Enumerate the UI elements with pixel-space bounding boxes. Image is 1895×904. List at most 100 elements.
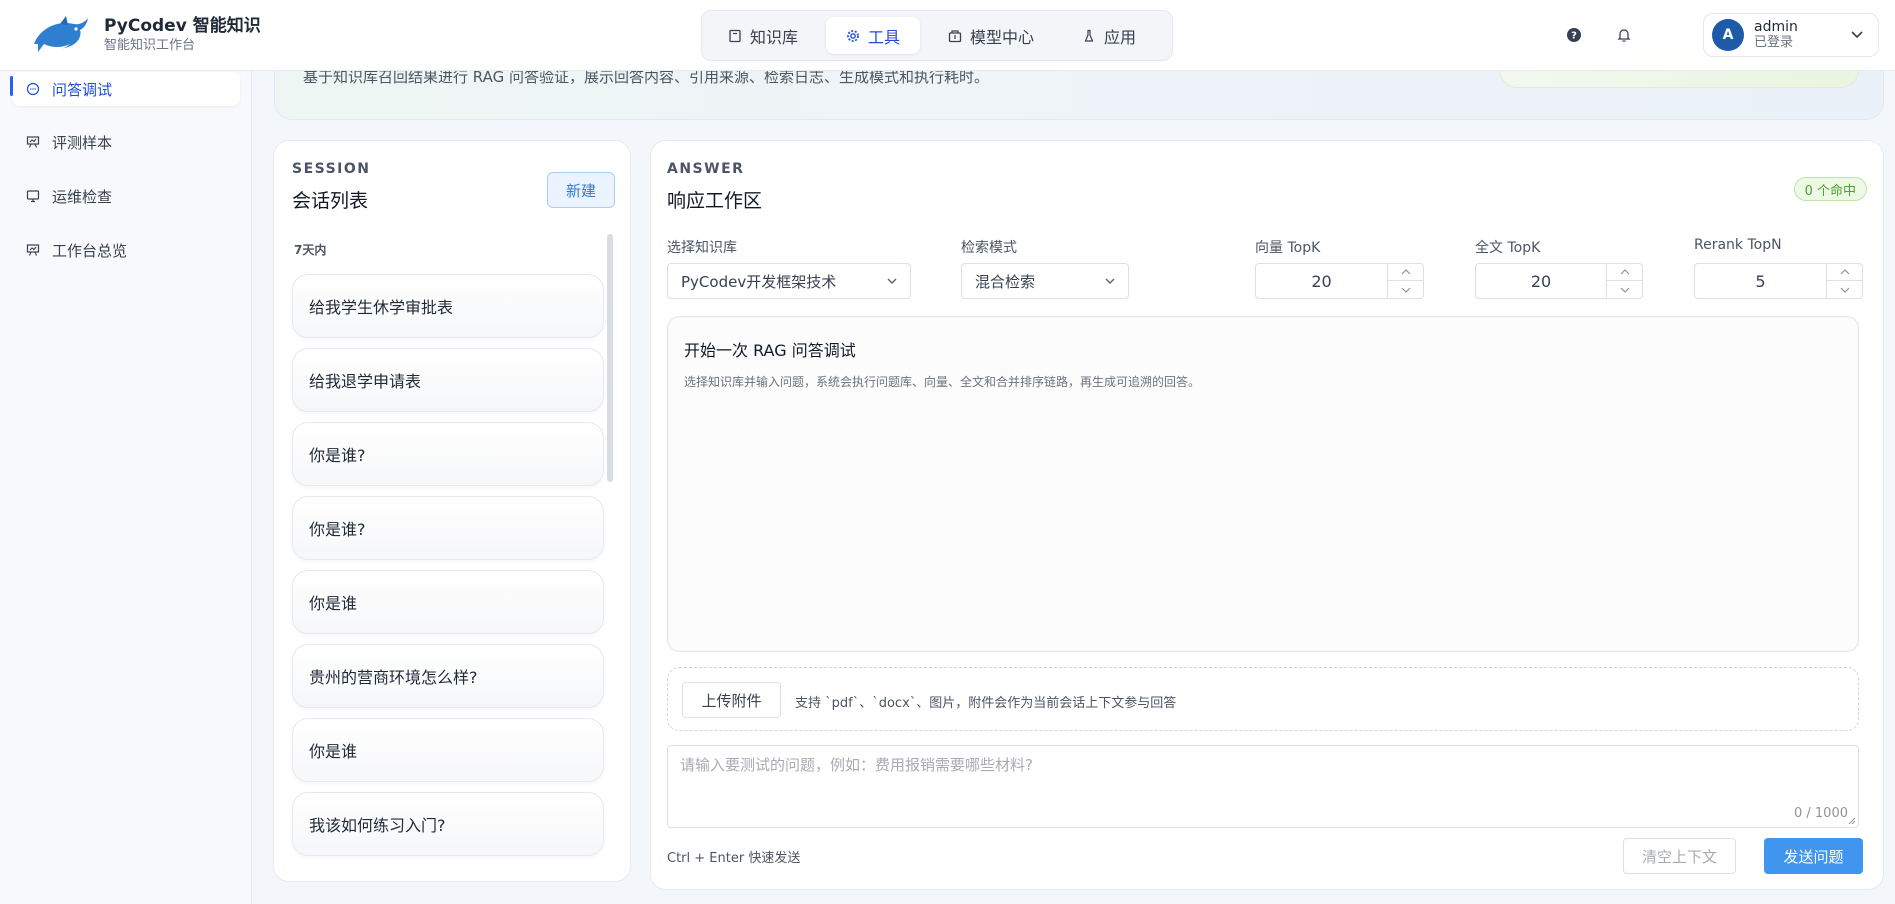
shortcut-hint: Ctrl + Enter 快速发送	[667, 851, 801, 866]
sidebar-item-label: 评测样本	[52, 133, 113, 152]
vector-topk-label: 向量 TopK	[1255, 240, 1321, 256]
session-item[interactable]: 你是谁?	[292, 496, 604, 560]
session-item[interactable]: 给我退学申请表	[292, 348, 604, 412]
chevron-up-icon	[1840, 269, 1849, 275]
sidebar-item-ops-check[interactable]: 运维检查	[12, 179, 240, 213]
session-item[interactable]: 你是谁	[292, 718, 604, 782]
resize-handle-icon[interactable]	[1848, 817, 1856, 825]
user-menu[interactable]: A admin 已登录	[1703, 13, 1879, 57]
book-icon	[729, 29, 741, 42]
chevron-down-icon	[1851, 31, 1863, 39]
nav-item-label: 应用	[1104, 27, 1137, 47]
attachment-dropzone[interactable]: 上传附件 支持 `pdf`、`docx`、图片，附件会作为当前会话上下文参与回答	[667, 667, 1859, 731]
question-input-wrapper: 0 / 1000	[667, 745, 1859, 828]
mode-select-value: 混合检索	[975, 272, 1036, 291]
session-group-label: 7天内	[294, 243, 327, 257]
chevron-up-icon	[1620, 269, 1629, 275]
nav-item-label: 工具	[868, 27, 901, 47]
presentation-icon	[26, 244, 40, 256]
sidebar-item-eval-samples[interactable]: 评测样本	[12, 125, 240, 159]
question-input[interactable]	[668, 746, 1858, 827]
session-list: 给我学生休学审批表 给我退学申请表 你是谁? 你是谁? 你是谁 贵州的营商环境怎…	[292, 274, 604, 866]
empty-state-description: 选择知识库并输入问题，系统会执行问题库、向量、全文和合并排序链路，再生成可追溯的…	[684, 375, 1201, 389]
flask-icon	[1084, 29, 1094, 42]
chevron-down-icon	[1105, 278, 1115, 284]
user-name: admin	[1754, 19, 1798, 35]
session-item[interactable]: 给我学生休学审批表	[292, 274, 604, 338]
new-session-button[interactable]: 新建	[547, 172, 615, 208]
session-item[interactable]: 贵州的营商环境怎么样?	[292, 644, 604, 708]
answer-panel: ANSWER 响应工作区 0 个命中 选择知识库 PyCodev开发框架技术 检…	[650, 140, 1884, 890]
vector-topk-value[interactable]: 20	[1256, 264, 1387, 298]
answer-title: 响应工作区	[667, 190, 763, 212]
sidebar-item-dashboard[interactable]: 工作台总览	[12, 233, 240, 267]
chevron-down-icon	[887, 278, 897, 284]
sidebar-item-label: 工作台总览	[52, 241, 128, 260]
send-question-button[interactable]: 发送问题	[1764, 838, 1863, 874]
bell-icon[interactable]	[1613, 24, 1635, 46]
kb-label: 选择知识库	[667, 240, 737, 256]
session-item[interactable]: 你是谁	[292, 570, 604, 634]
sidebar-item-label: 问答调试	[52, 80, 113, 99]
fulltext-topk-value[interactable]: 20	[1476, 264, 1606, 298]
presentation-icon	[26, 136, 40, 148]
top-nav: 知识库 工具 模型中心 应用	[701, 10, 1173, 61]
chevron-down-icon	[1620, 287, 1629, 293]
gear-icon	[847, 29, 859, 42]
fulltext-topk-label: 全文 TopK	[1475, 240, 1541, 256]
session-scrollbar[interactable]	[607, 234, 613, 482]
header-actions: ?	[1563, 24, 1635, 46]
user-status: 已登录	[1754, 35, 1794, 50]
avatar: A	[1712, 19, 1744, 51]
nav-item-apps[interactable]: 应用	[1062, 17, 1156, 54]
cube-icon	[948, 29, 962, 42]
nav-item-label: 知识库	[750, 27, 799, 47]
chevron-down-icon	[1401, 287, 1410, 293]
kb-select[interactable]: PyCodev开发框架技术	[667, 263, 911, 299]
vector-topk-stepper[interactable]: 20	[1255, 263, 1424, 299]
empty-state-title: 开始一次 RAG 问答调试	[684, 341, 856, 360]
fulltext-topk-stepper[interactable]: 20	[1475, 263, 1643, 299]
decrement-button[interactable]	[1388, 281, 1423, 298]
decrement-button[interactable]	[1607, 281, 1642, 298]
increment-button[interactable]	[1607, 264, 1642, 281]
brand-subtitle: 智能知识工作台	[104, 38, 196, 53]
top-bar: PyCodev 智能知识 智能知识工作台 知识库 工具 模型中心 应用 ? A	[0, 0, 1895, 71]
sidebar-item-label: 运维检查	[52, 187, 113, 206]
chevron-down-icon	[1840, 287, 1849, 293]
hit-count-badge: 0 个命中	[1793, 177, 1867, 201]
answer-output-area: 开始一次 RAG 问答调试 选择知识库并输入问题，系统会执行问题库、向量、全文和…	[667, 316, 1859, 652]
session-item[interactable]: 你是谁?	[292, 422, 604, 486]
session-item[interactable]: 我该如何练习入门?	[292, 792, 604, 856]
decrement-button[interactable]	[1827, 281, 1862, 298]
nav-item-tools[interactable]: 工具	[826, 17, 921, 54]
session-panel: SESSION 会话列表 新建 7天内 给我学生休学审批表 给我退学申请表 你是…	[273, 140, 631, 882]
upload-hint: 支持 `pdf`、`docx`、图片，附件会作为当前会话上下文参与回答	[795, 696, 1177, 711]
rerank-topn-label: Rerank TopN	[1694, 237, 1782, 253]
char-counter: 0 / 1000	[1794, 806, 1848, 821]
nav-item-model-center[interactable]: 模型中心	[928, 17, 1054, 54]
increment-button[interactable]	[1388, 264, 1423, 281]
nav-item-label: 模型中心	[970, 27, 1035, 47]
upload-attachment-button[interactable]: 上传附件	[682, 682, 781, 718]
chevron-up-icon	[1401, 269, 1410, 275]
question-circle-icon[interactable]: ?	[1563, 24, 1585, 46]
monitor-icon	[26, 190, 40, 203]
brand-title: PyCodev 智能知识	[104, 16, 261, 36]
clear-context-button[interactable]: 清空上下文	[1623, 838, 1736, 874]
sidebar-item-qa-debug[interactable]: 问答调试	[10, 72, 240, 106]
rerank-topn-value[interactable]: 5	[1695, 264, 1826, 298]
mode-label: 检索模式	[961, 240, 1017, 256]
dolphin-logo-icon	[34, 16, 88, 52]
rerank-topn-stepper[interactable]: 5	[1694, 263, 1863, 299]
kb-select-value: PyCodev开发框架技术	[681, 272, 837, 291]
sidebar: 问答调试 评测样本 运维检查 工作台总览	[0, 71, 252, 904]
nav-item-knowledge-base[interactable]: 知识库	[708, 17, 818, 54]
increment-button[interactable]	[1827, 264, 1862, 281]
brand-block[interactable]: PyCodev 智能知识 智能知识工作台	[30, 14, 261, 56]
svg-text:?: ?	[1571, 31, 1577, 42]
retrieval-mode-select[interactable]: 混合检索	[961, 263, 1129, 299]
session-title: 会话列表	[292, 190, 369, 212]
session-eyebrow: SESSION	[292, 161, 371, 177]
chat-icon	[26, 82, 40, 96]
